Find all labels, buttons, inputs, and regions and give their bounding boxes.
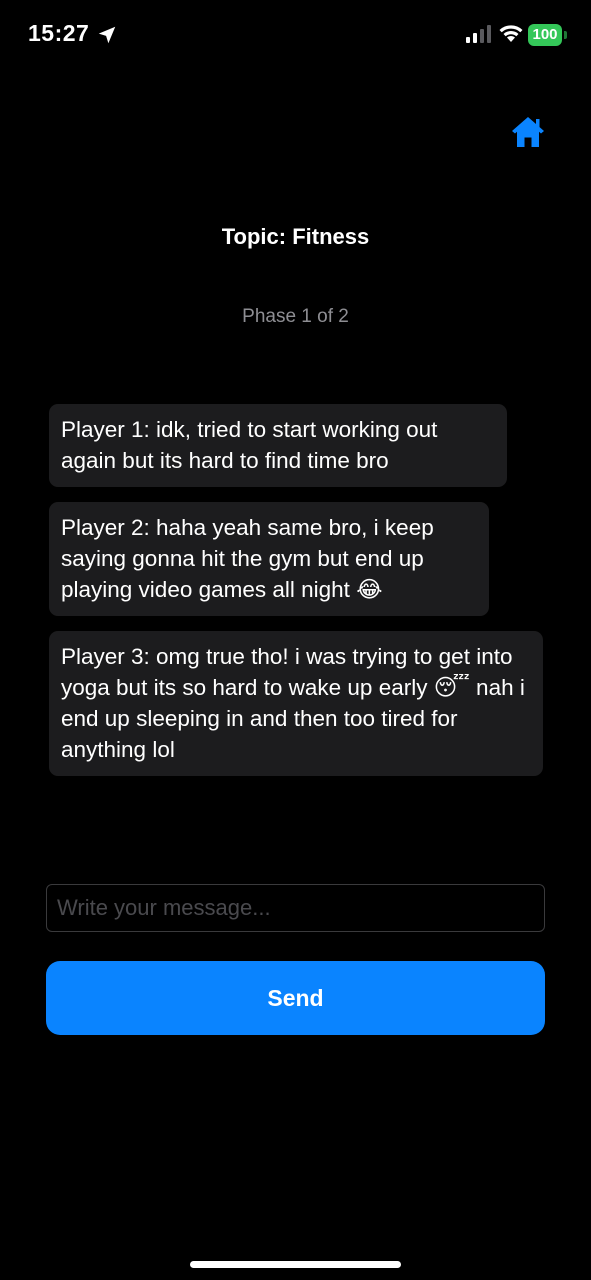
home-indicator[interactable] [190,1261,401,1268]
battery-icon: 100 [528,24,562,46]
message-bubble: Player 3: omg true tho! i was trying to … [49,631,543,776]
status-time: 15:27 [28,20,90,46]
phase-label: Phase 1 of 2 [242,306,349,327]
message-bubble: Player 1: idk, tried to start working ou… [49,404,507,487]
message-list: Player 1: idk, tried to start working ou… [49,404,543,791]
wifi-icon [499,25,523,42]
topic-title: Topic: Fitness [221,224,370,249]
send-button[interactable]: Send [46,961,545,1035]
battery-nub [564,31,567,39]
message-bubble: Player 2: haha yeah same bro, i keep say… [49,502,489,616]
status-bar: 15:27 100 [0,0,591,70]
message-input[interactable] [46,884,545,932]
home-button[interactable] [508,112,548,152]
cellular-signal-icon [466,25,491,43]
location-arrow-icon [98,26,116,44]
home-icon [512,117,544,147]
